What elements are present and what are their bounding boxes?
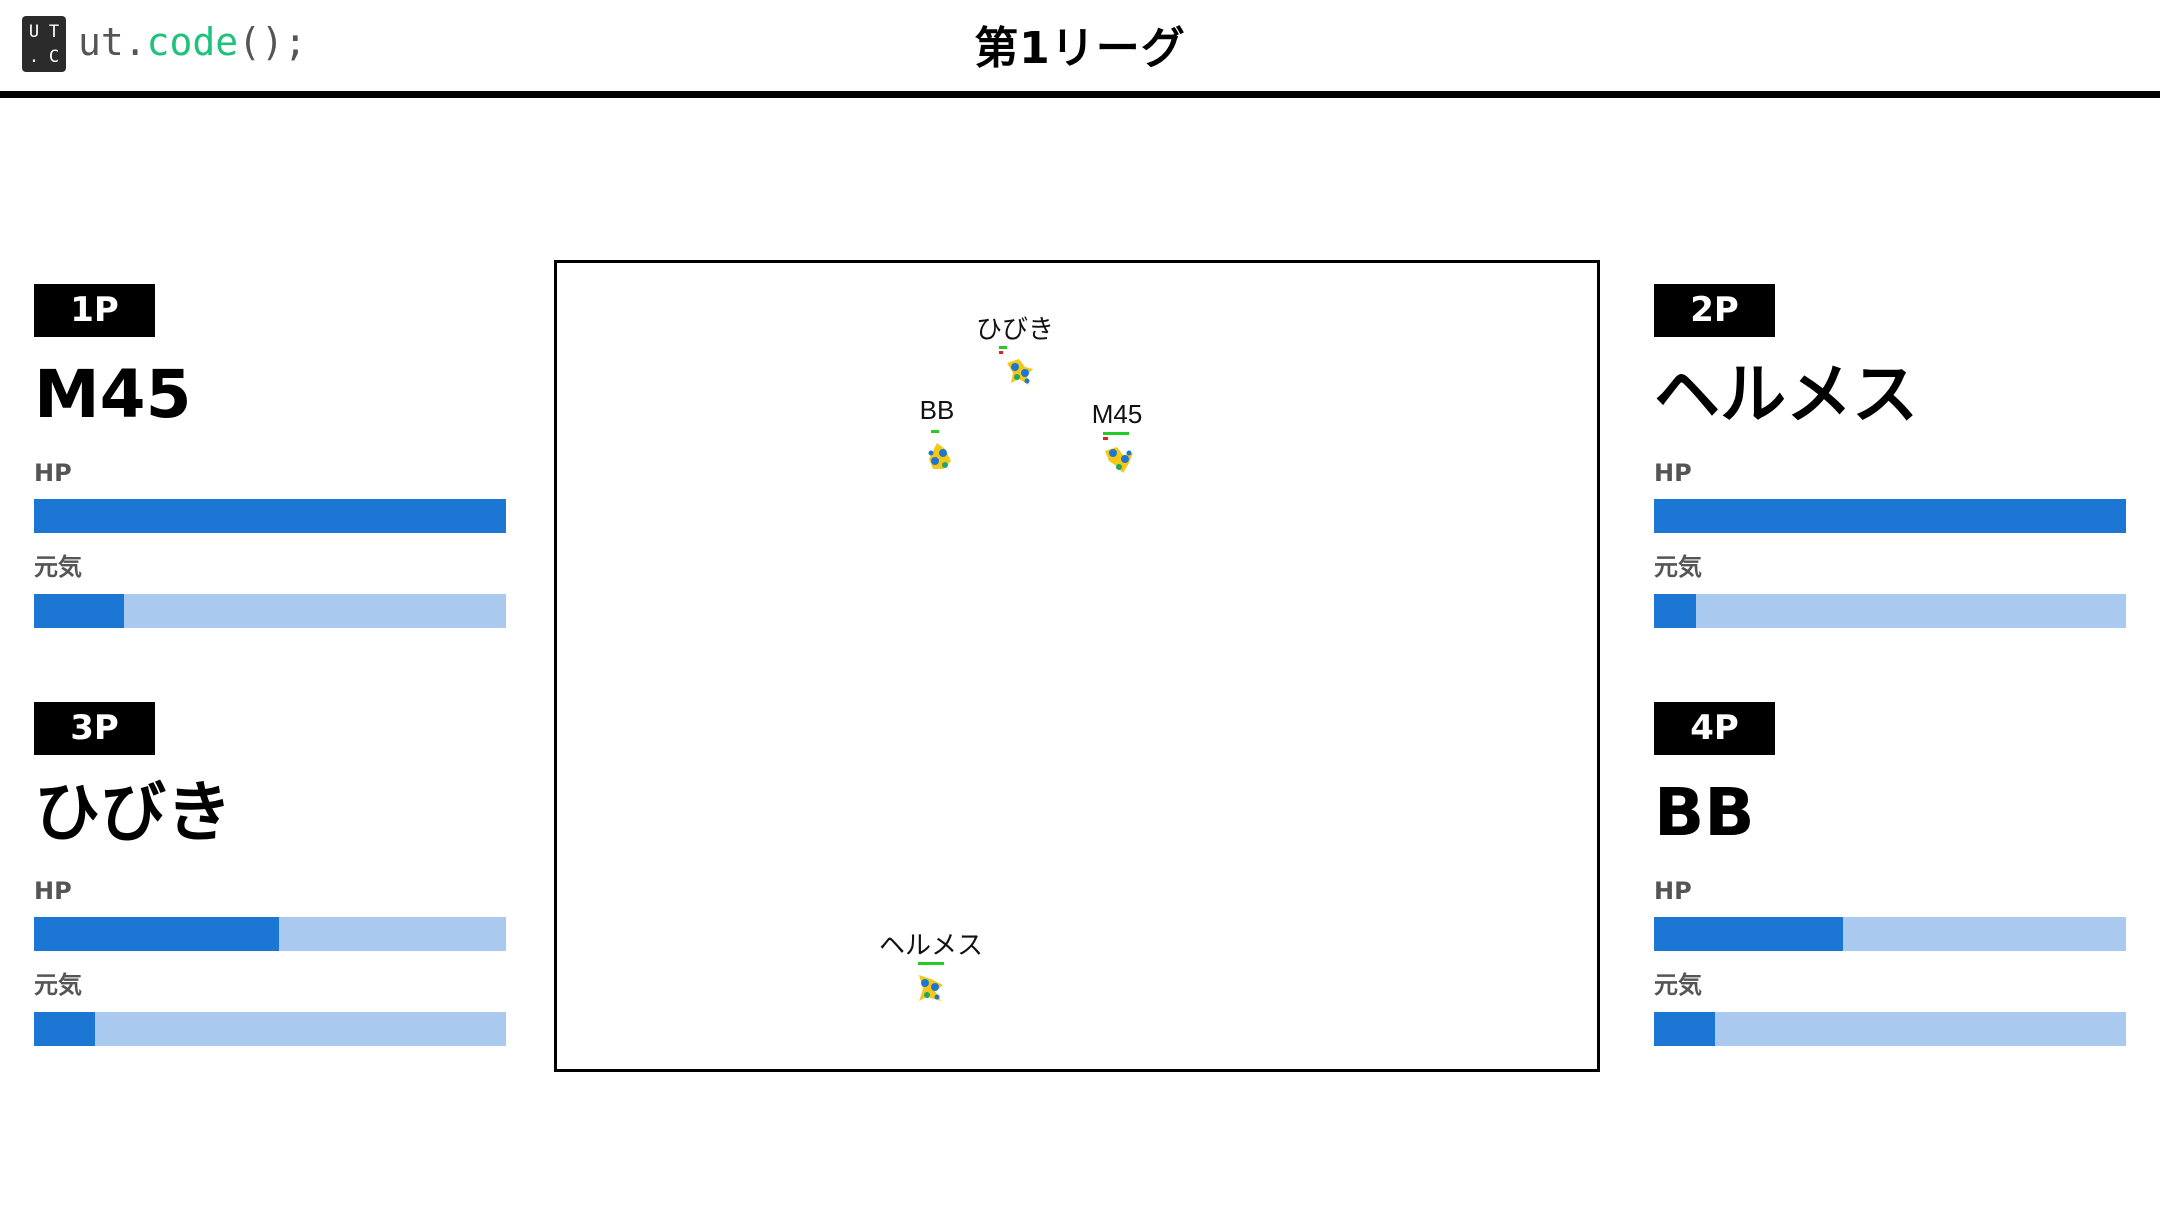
player-panel-2p: 2P ヘルメス HP 元気 [1654, 284, 2126, 628]
fighter-sprite-icon [1105, 447, 1133, 473]
header-bar: U T . C ut.code(); 第1リーグ [0, 0, 2160, 98]
hp-label: HP [34, 877, 72, 905]
hp-bar-fill [1654, 917, 1843, 951]
fighter-sprite-icon [919, 975, 943, 1001]
unit-hp-bar [999, 346, 1007, 349]
fighter-sprite-icon [1007, 359, 1033, 385]
arena-unit-bb: BB [877, 395, 997, 475]
hp-bar [34, 499, 506, 533]
genki-label: 元気 [1654, 971, 1702, 999]
unit-name-label: M45 [1091, 399, 1143, 429]
fighter-sprite-icon [928, 443, 951, 469]
hp-bar [1654, 917, 2126, 951]
genki-bar-fill [34, 594, 124, 628]
player-badge: 1P [34, 284, 155, 337]
genki-bar-fill [34, 1012, 96, 1046]
player-badge: 2P [1654, 284, 1775, 337]
unit-name-label: ヘルメス [878, 930, 983, 960]
genki-bar [34, 1012, 506, 1046]
hp-bar-fill [34, 917, 280, 951]
player-name: M45 [34, 356, 192, 433]
genki-label: 元気 [1654, 553, 1702, 581]
player-name: ひびき [34, 774, 232, 851]
genki-bar [34, 594, 506, 628]
genki-bar-fill [1654, 1012, 1716, 1046]
hp-bar-fill [34, 499, 506, 533]
battle-arena: ひびき BB M45 ヘルメス [554, 260, 1600, 1072]
player-panel-1p: 1P M45 HP 元気 [34, 284, 506, 628]
unit-name-label: ひびき [975, 314, 1054, 344]
unit-name-label: BB [919, 395, 955, 425]
hp-bar [34, 917, 506, 951]
hp-label: HP [34, 459, 72, 487]
page-title: 第1リーグ [974, 23, 1186, 74]
genki-label: 元気 [34, 971, 82, 999]
hp-bar-fill [1654, 499, 2126, 533]
unit-hp-bar [918, 962, 944, 965]
arena-unit-hermes: ヘルメス [871, 925, 991, 1005]
unit-hp-bar [931, 430, 939, 433]
genki-bar-fill [1654, 594, 1697, 628]
genki-bar [1654, 1012, 2126, 1046]
genki-bar [1654, 594, 2126, 628]
player-badge: 4P [1654, 702, 1775, 755]
unit-hp-bar [1103, 432, 1129, 435]
arena-unit-hibiki: ひびき [955, 309, 1075, 389]
player-badge: 3P [34, 702, 155, 755]
arena-unit-m45: M45 [1057, 399, 1177, 479]
genki-label: 元気 [34, 553, 82, 581]
hp-bar [1654, 499, 2126, 533]
player-name: ヘルメス [1654, 356, 1918, 433]
hp-label: HP [1654, 877, 1692, 905]
player-panel-3p: 3P ひびき HP 元気 [34, 702, 506, 1046]
player-name: BB [1654, 774, 1755, 851]
hp-label: HP [1654, 459, 1692, 487]
unit-genki-bar [1103, 437, 1108, 440]
player-panel-4p: 4P BB HP 元気 [1654, 702, 2126, 1046]
unit-genki-bar [999, 351, 1003, 354]
